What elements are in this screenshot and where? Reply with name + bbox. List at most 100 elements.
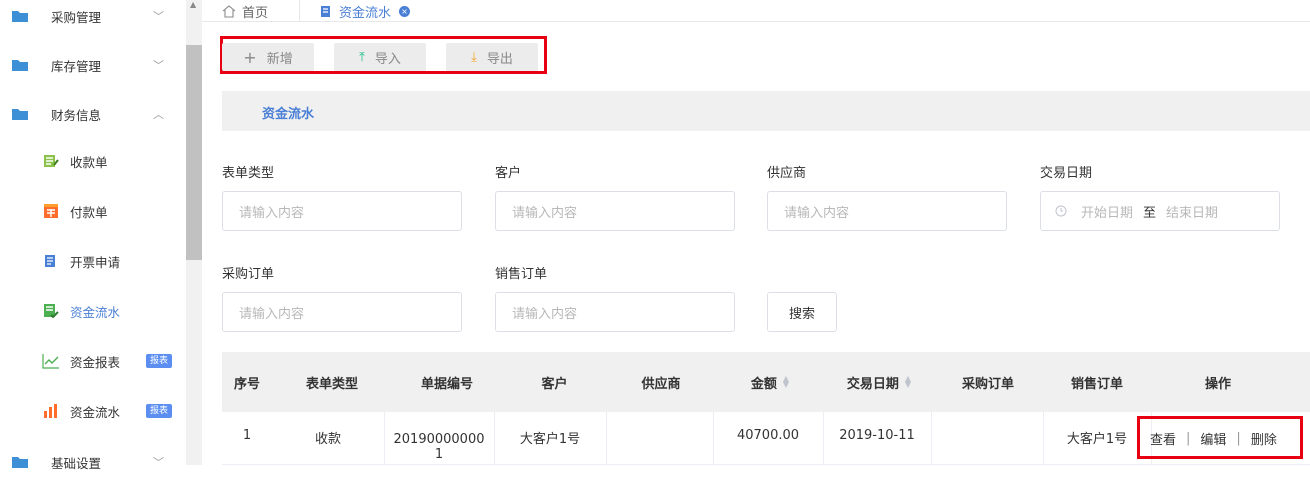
- sidebar-item-label: 付款单: [70, 204, 108, 220]
- tab-home-label: 首页: [242, 5, 269, 21]
- column-header-index: 序号: [233, 376, 260, 392]
- cell-customer: 大客户1号: [519, 432, 581, 447]
- tab-cashflow[interactable]: 资金流水 ×: [320, 0, 411, 22]
- import-button-label: 导入: [374, 51, 401, 67]
- sidebar-item-invoice[interactable]: 开票申请: [0, 246, 186, 276]
- column-header-actions: 操作: [1204, 376, 1231, 392]
- home-icon: [222, 4, 236, 18]
- sidebar-item-label: 开票申请: [70, 254, 121, 270]
- sidebar-group-basic-settings[interactable]: 基础设置 ﹀: [0, 447, 186, 477]
- customer-label: 客户: [495, 166, 522, 181]
- report-badge: 报表: [146, 354, 173, 368]
- cell-index: 1: [242, 428, 252, 443]
- plus-icon: +: [243, 47, 257, 67]
- export-button-label: 导出: [486, 51, 513, 67]
- chevron-down-icon: ﹀: [153, 59, 164, 72]
- cell-purchase-order: [931, 412, 1043, 465]
- import-button[interactable]: ⤒ 导入: [334, 43, 426, 71]
- sidebar-item-label: 资金流水: [70, 304, 121, 320]
- column-header-trade-date-label: 交易日期: [846, 376, 899, 392]
- column-header-purchase-order: 采购订单: [961, 376, 1014, 392]
- sidebar-item-payment[interactable]: 付款单: [0, 196, 186, 226]
- scroll-up-arrow-icon[interactable]: ▲: [190, 0, 196, 9]
- purchase-order-label: 采购订单: [222, 267, 275, 282]
- edit-link[interactable]: 编辑: [1200, 429, 1226, 448]
- column-header-sales-order: 销售订单: [1070, 376, 1123, 392]
- cell-form-type: 收款: [314, 432, 341, 447]
- sidebar-item-cashflow-report[interactable]: 资金流水 报表: [0, 396, 186, 426]
- sales-order-input[interactable]: 请输入内容: [495, 292, 735, 332]
- form-type-label: 表单类型: [222, 166, 275, 181]
- action-separator: |: [1186, 430, 1191, 446]
- cell-trade-date: 2019-10-11: [839, 428, 915, 443]
- tab-cashflow-label: 资金流水: [339, 5, 392, 21]
- trade-date-range-picker[interactable]: 开始日期 至 结束日期: [1040, 191, 1280, 231]
- bar-chart-icon: [42, 403, 60, 419]
- export-button[interactable]: ⤓ 导出: [446, 43, 538, 71]
- cell-amount: 40700.00: [736, 428, 800, 443]
- folder-icon: [12, 457, 28, 468]
- sort-icon[interactable]: ▲ ▼: [783, 375, 789, 389]
- column-header-customer: 客户: [541, 376, 568, 392]
- search-button[interactable]: 搜索: [767, 292, 837, 332]
- cell-doc-number: 20190000000 1: [384, 412, 494, 465]
- folder-icon: [12, 11, 28, 22]
- sidebar-group-label: 采购管理: [51, 9, 102, 25]
- action-separator: |: [1236, 430, 1241, 446]
- sidebar-item-label: 资金流水: [70, 404, 121, 420]
- sidebar-item-fund-report[interactable]: 资金报表 报表: [0, 346, 186, 376]
- add-button[interactable]: + 新增: [222, 43, 314, 71]
- delete-link[interactable]: 删除: [1251, 429, 1277, 448]
- clock-icon: [1055, 205, 1067, 217]
- sort-icon[interactable]: ▲ ▼: [905, 375, 911, 389]
- column-header-amount[interactable]: 金额 ▲ ▼: [715, 352, 825, 412]
- tab-home[interactable]: 首页: [222, 0, 268, 22]
- sidebar-group-inventory[interactable]: 库存管理 ﹀: [0, 50, 186, 80]
- cell-supplier: [606, 412, 713, 465]
- purchase-order-input[interactable]: 请输入内容: [222, 292, 462, 332]
- view-link[interactable]: 查看: [1150, 429, 1176, 448]
- customer-input[interactable]: 请输入内容: [495, 191, 735, 231]
- sales-order-label: 销售订单: [495, 267, 548, 282]
- column-header-form-type: 表单类型: [305, 376, 358, 392]
- end-date-placeholder[interactable]: 结束日期: [1166, 202, 1218, 221]
- scrollbar-thumb[interactable]: [186, 45, 202, 260]
- sidebar-scrollbar[interactable]: ▲: [186, 0, 202, 465]
- supplier-input[interactable]: 请输入内容: [767, 191, 1007, 231]
- payment-icon: [42, 203, 60, 219]
- sidebar-group-purchase[interactable]: 采购管理 ﹀: [0, 1, 186, 31]
- sidebar-item-receipt[interactable]: 收款单: [0, 146, 186, 176]
- column-header-doc-number: 单据编号: [420, 376, 473, 392]
- document-icon: [321, 5, 330, 17]
- cell-doc-number-line1: 20190000000: [393, 431, 485, 447]
- cell-doc-number-line2: 1: [434, 446, 444, 462]
- date-range-separator: 至: [1143, 205, 1157, 221]
- column-header-trade-date[interactable]: 交易日期 ▲ ▼: [825, 352, 933, 412]
- report-badge: 报表: [146, 404, 173, 418]
- tab-bar: 首页 资金流水 ×: [202, 0, 1310, 22]
- add-button-label: 新增: [266, 51, 293, 67]
- download-icon: ⤓: [471, 49, 477, 65]
- sidebar-item-cashflow[interactable]: 资金流水: [0, 296, 186, 326]
- row-actions: 查看 | 编辑 | 删除: [1150, 429, 1277, 448]
- form-type-input[interactable]: 请输入内容: [222, 191, 462, 231]
- chevron-up-icon: ︿: [153, 108, 164, 121]
- sidebar: 采购管理 ﹀ 库存管理 ﹀ 财务信息 ︿ 收款单 付款单 开票申请 资金流水 资…: [0, 0, 186, 471]
- sidebar-item-label: 收款单: [70, 154, 108, 170]
- sidebar-group-label: 基础设置: [51, 455, 102, 471]
- column-header-supplier: 供应商: [641, 376, 681, 392]
- cashflow-icon: [42, 303, 60, 319]
- sidebar-group-label: 财务信息: [51, 107, 102, 123]
- invoice-icon: [42, 253, 60, 269]
- trade-date-label: 交易日期: [1040, 166, 1093, 181]
- start-date-placeholder[interactable]: 开始日期: [1081, 202, 1133, 221]
- panel-header: 资金流水: [222, 91, 1310, 131]
- line-chart-icon: [42, 353, 60, 369]
- sidebar-group-finance[interactable]: 财务信息 ︿: [0, 99, 186, 129]
- chevron-down-icon: ﹀: [153, 10, 164, 23]
- sidebar-group-label: 库存管理: [51, 58, 102, 74]
- table-header: 序号 表单类型 单据编号 客户 供应商 金额 ▲ ▼ 交易日期 ▲ ▼ 采购订单 销…: [222, 352, 1310, 412]
- folder-icon: [12, 109, 28, 120]
- cell-sales-order: 大客户1号: [1066, 432, 1128, 447]
- close-icon[interactable]: ×: [399, 5, 411, 17]
